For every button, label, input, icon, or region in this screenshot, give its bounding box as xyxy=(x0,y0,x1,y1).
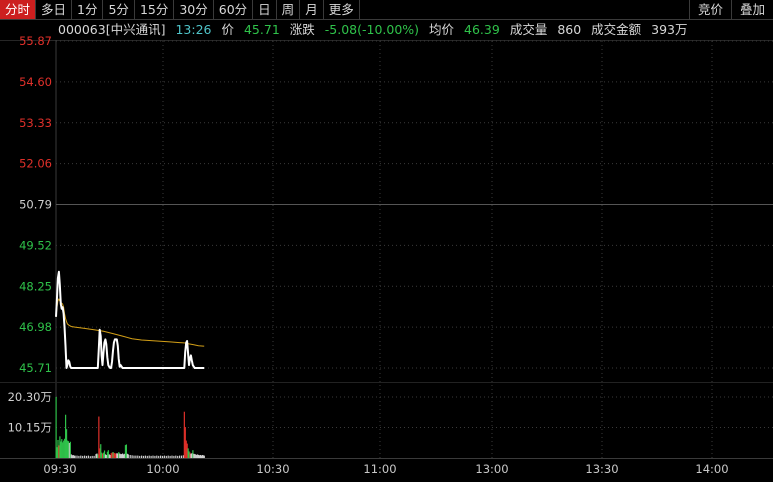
price-tick-label: 49.52 xyxy=(19,238,52,252)
volume-bar xyxy=(177,455,179,458)
volume-bar xyxy=(93,455,95,458)
time-tick-label: 10:00 xyxy=(146,462,179,476)
price-line xyxy=(55,270,205,369)
price-tick-label: 54.60 xyxy=(19,75,52,89)
volume-bar xyxy=(179,455,181,458)
volume-bar xyxy=(74,455,76,458)
price-tick-label: 45.71 xyxy=(19,361,52,375)
volume-bar xyxy=(154,455,156,458)
price-tick-label: 46.98 xyxy=(19,320,52,334)
volume-bar xyxy=(148,455,150,458)
volume-bar xyxy=(156,455,158,458)
volume-tick-label: 20.30万 xyxy=(8,390,52,404)
volume-bar xyxy=(133,455,135,458)
volume-bar xyxy=(76,455,78,458)
volume-bar xyxy=(152,455,154,458)
intraday-chart[interactable]: 55.87 54.60 53.33 52.06 50.79 49.52 48.25 46.98… xyxy=(0,0,773,482)
volume-bar xyxy=(167,455,169,458)
volume-tick-label: 10.15万 xyxy=(8,421,52,435)
price-tick-label: 50.79 xyxy=(19,198,52,212)
volume-bar xyxy=(89,456,91,458)
volume-bar xyxy=(150,455,152,458)
volume-bar xyxy=(175,455,177,458)
time-tick-label: 13:30 xyxy=(585,462,618,476)
volume-bar xyxy=(127,454,129,458)
time-tick-label: 10:30 xyxy=(256,462,289,476)
price-tick-label: 48.25 xyxy=(19,279,52,293)
volume-bar xyxy=(139,455,141,458)
price-tick-label: 53.33 xyxy=(19,116,52,130)
volume-bar xyxy=(180,455,183,458)
volume-bar xyxy=(84,455,86,458)
volume-bar xyxy=(160,455,162,458)
volume-bar xyxy=(144,455,146,458)
volume-bar xyxy=(80,455,82,458)
volume-bar xyxy=(146,455,148,458)
volume-bar xyxy=(91,455,93,458)
volume-bar xyxy=(141,455,143,458)
volume-bar xyxy=(137,455,139,458)
volume-bar xyxy=(173,455,175,458)
volume-bar xyxy=(171,455,173,458)
volume-bar xyxy=(161,455,164,458)
time-tick-label: 13:00 xyxy=(475,462,508,476)
volume-bar xyxy=(87,455,89,458)
volume-bar xyxy=(135,455,137,458)
volume-bar xyxy=(158,455,160,458)
volume-bar xyxy=(78,455,80,458)
price-tick-label: 52.06 xyxy=(19,157,52,171)
volume-bar xyxy=(163,455,165,458)
time-tick-label: 11:00 xyxy=(363,462,396,476)
time-tick-label: 14:00 xyxy=(695,462,728,476)
volume-bar xyxy=(131,455,133,458)
volume-bar xyxy=(203,455,205,458)
average-price-line xyxy=(55,298,205,347)
price-tick-label: 55.87 xyxy=(19,34,52,48)
volume-bar xyxy=(82,455,84,458)
volume-bar xyxy=(142,455,145,458)
time-tick-label: 09:30 xyxy=(43,462,76,476)
volume-bar xyxy=(165,455,167,458)
volume-bar xyxy=(129,454,131,458)
volume-bar xyxy=(85,455,88,458)
volume-bar xyxy=(169,455,171,458)
